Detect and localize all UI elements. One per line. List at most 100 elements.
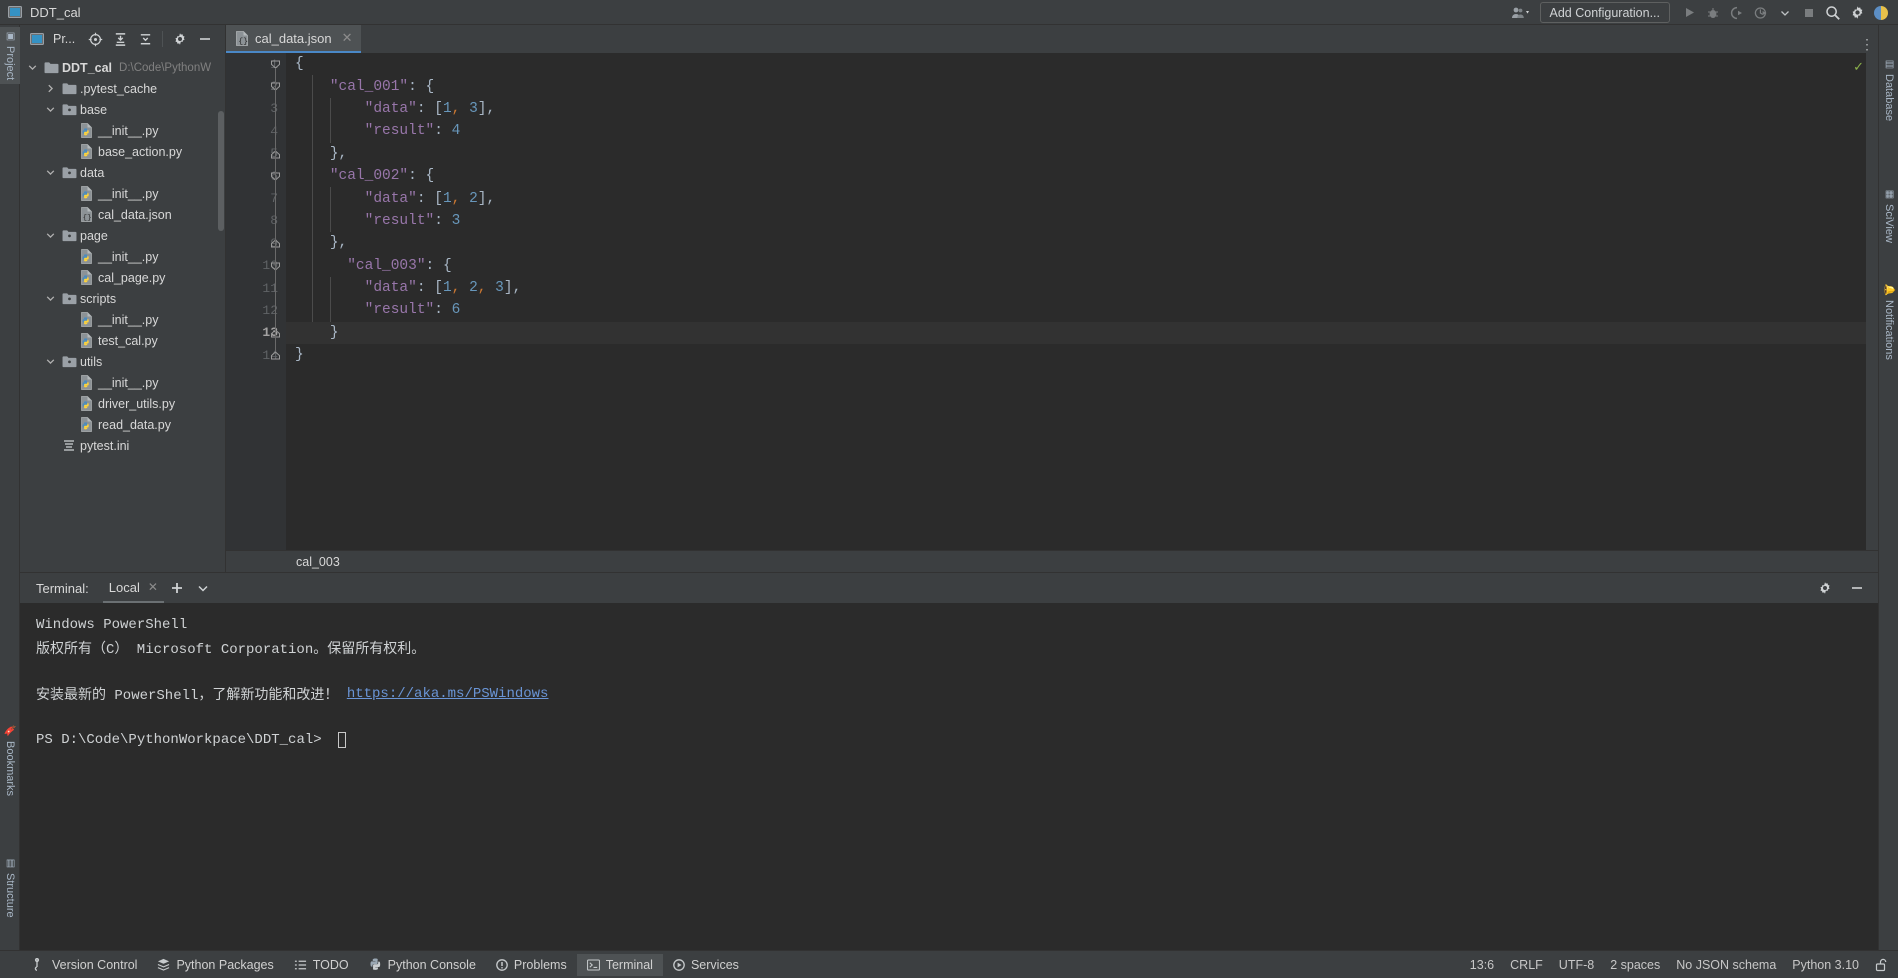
rail-item-database[interactable]: ▥ Database (1879, 55, 1898, 125)
gear-icon[interactable] (1846, 2, 1868, 24)
tree-node-utils[interactable]: utils (20, 351, 225, 372)
fold-end-icon[interactable] (270, 350, 281, 361)
line-number[interactable]: 7 (226, 187, 286, 209)
tree-node--init-py[interactable]: __init__.py (20, 309, 225, 330)
code-line[interactable]: } (286, 321, 1878, 345)
tree-node-ddt-cal[interactable]: DDT_cal D:\Code\PythonW (20, 57, 225, 78)
rail-item-project[interactable]: ▣ Project (0, 27, 20, 85)
tree-node-read-data-py[interactable]: read_data.py (20, 414, 225, 435)
hide-panel-icon[interactable] (194, 28, 216, 50)
unlocked-icon[interactable] (1875, 958, 1888, 972)
status-tool-problems[interactable]: Problems (486, 954, 577, 976)
line-separator[interactable]: CRLF (1510, 958, 1543, 972)
code-line[interactable]: "data": [1, 3], (286, 98, 1878, 120)
line-number[interactable]: 11 (226, 277, 286, 299)
chevron-down-icon[interactable] (46, 231, 60, 240)
run-coverage-icon[interactable] (1726, 2, 1748, 24)
terminal-output[interactable]: Windows PowerShell 版权所有（C） Microsoft Corp… (20, 603, 1878, 950)
rail-item-notifications[interactable]: 🔔 Notifications (1879, 280, 1898, 364)
tree-node--init-py[interactable]: __init__.py (20, 372, 225, 393)
code-editor[interactable]: 1234567891011121314 { "cal_001": { "data… (226, 53, 1878, 572)
tree-node-pytest-ini[interactable]: pytest.ini (20, 435, 225, 456)
tree-node-base-action-py[interactable]: base_action.py (20, 141, 225, 162)
error-stripe-marker[interactable] (1866, 53, 1878, 550)
minimize-icon[interactable] (1844, 573, 1870, 603)
json-schema[interactable]: No JSON schema (1676, 958, 1776, 972)
editor-tab-cal-data-json[interactable]: {} cal_data.json ✕ (226, 25, 361, 53)
chevron-right-icon[interactable] (46, 84, 60, 93)
code-line[interactable]: "result": 3 (286, 210, 1878, 232)
run-icon[interactable] (1678, 2, 1700, 24)
chevron-down-icon[interactable] (46, 357, 60, 366)
user-dropdown-icon[interactable] (1510, 2, 1532, 24)
status-tool-services[interactable]: Services (663, 954, 749, 976)
tree-node-data[interactable]: data (20, 162, 225, 183)
file-encoding[interactable]: UTF-8 (1559, 958, 1594, 972)
code-line[interactable]: { (286, 53, 1878, 75)
code-line[interactable]: "result": 6 (286, 299, 1878, 321)
code-line[interactable]: "result": 4 (286, 120, 1878, 142)
tree-node--init-py[interactable]: __init__.py (20, 120, 225, 141)
rail-item-structure[interactable]: ▤ Structure (0, 854, 20, 922)
chevron-down-icon[interactable] (46, 294, 60, 303)
code-scroll-area[interactable]: 1234567891011121314 { "cal_001": { "data… (226, 53, 1878, 550)
close-icon[interactable]: ✕ (342, 30, 353, 46)
more-options-icon[interactable]: ⋮ (1856, 36, 1878, 53)
code-line[interactable]: "data": [1, 2], (286, 187, 1878, 209)
code-text-area[interactable]: { "cal_001": { "data": [1, 3], "result":… (286, 53, 1878, 550)
python-interpreter[interactable]: Python 3.10 (1792, 958, 1859, 972)
tree-node-base[interactable]: base (20, 99, 225, 120)
chevron-down-icon[interactable] (46, 105, 60, 114)
project-tree[interactable]: DDT_cal D:\Code\PythonW .pytest_cache base _… (20, 53, 226, 572)
rail-item-sciview[interactable]: ▦ SciView (1879, 185, 1898, 247)
caret-position[interactable]: 13:6 (1470, 958, 1494, 972)
tree-node-page[interactable]: page (20, 225, 225, 246)
rail-item-bookmarks[interactable]: 🔖 Bookmarks (0, 721, 20, 800)
line-number[interactable]: 4 (226, 120, 286, 142)
code-line[interactable]: "cal_003": { (286, 255, 1878, 277)
line-number[interactable]: 3 (226, 98, 286, 120)
tree-node-cal-page-py[interactable]: cal_page.py (20, 267, 225, 288)
chevron-down-icon[interactable] (28, 63, 42, 72)
terminal-link[interactable]: https://aka.ms/PSWindows (347, 686, 549, 702)
chevron-down-icon[interactable] (190, 573, 216, 603)
select-opened-file-icon[interactable] (84, 28, 106, 50)
close-icon[interactable]: ✕ (148, 580, 158, 594)
tree-scrollbar[interactable] (218, 111, 224, 231)
run-profile-icon[interactable] (1750, 2, 1772, 24)
tree-node-scripts[interactable]: scripts (20, 288, 225, 309)
code-line[interactable]: "cal_002": { (286, 165, 1878, 187)
indent-setting[interactable]: 2 spaces (1610, 958, 1660, 972)
collapse-all-icon[interactable] (134, 28, 156, 50)
status-tool-python-packages[interactable]: Python Packages (147, 954, 283, 976)
status-tool-python-console[interactable]: Python Console (359, 954, 486, 976)
account-avatar-icon[interactable] (1870, 2, 1892, 24)
stop-icon[interactable] (1798, 2, 1820, 24)
terminal-tab-local[interactable]: Local ✕ (102, 573, 164, 603)
chevron-down-icon[interactable] (1774, 2, 1796, 24)
code-line[interactable]: "cal_001": { (286, 75, 1878, 97)
tree-node-cal-data-json[interactable]: {} cal_data.json (20, 204, 225, 225)
status-tool-terminal[interactable]: Terminal (576, 953, 663, 976)
inspections-ok-icon[interactable]: ✓ (1853, 59, 1864, 75)
debug-icon[interactable] (1702, 2, 1724, 24)
status-tool-todo[interactable]: TODO (284, 954, 359, 976)
search-everywhere-icon[interactable] (1822, 2, 1844, 24)
add-icon[interactable] (164, 573, 190, 603)
expand-all-icon[interactable] (109, 28, 131, 50)
tree-node-driver-utils-py[interactable]: driver_utils.py (20, 393, 225, 414)
breadcrumb-item[interactable]: cal_003 (286, 555, 340, 569)
code-line[interactable]: }, (286, 143, 1878, 165)
gear-icon[interactable] (169, 28, 191, 50)
gear-icon[interactable] (1812, 573, 1838, 603)
tree-node--pytest-cache[interactable]: .pytest_cache (20, 78, 225, 99)
code-line[interactable]: } (286, 344, 1878, 366)
chevron-down-icon[interactable] (46, 168, 60, 177)
tree-node-test-cal-py[interactable]: test_cal.py (20, 330, 225, 351)
code-line[interactable]: "data": [1, 2, 3], (286, 277, 1878, 299)
line-number[interactable]: 12 (226, 299, 286, 321)
status-tool-version-control[interactable]: Version Control (24, 954, 147, 976)
code-line[interactable]: }, (286, 232, 1878, 254)
line-number[interactable]: 8 (226, 210, 286, 232)
tree-node--init-py[interactable]: __init__.py (20, 183, 225, 204)
